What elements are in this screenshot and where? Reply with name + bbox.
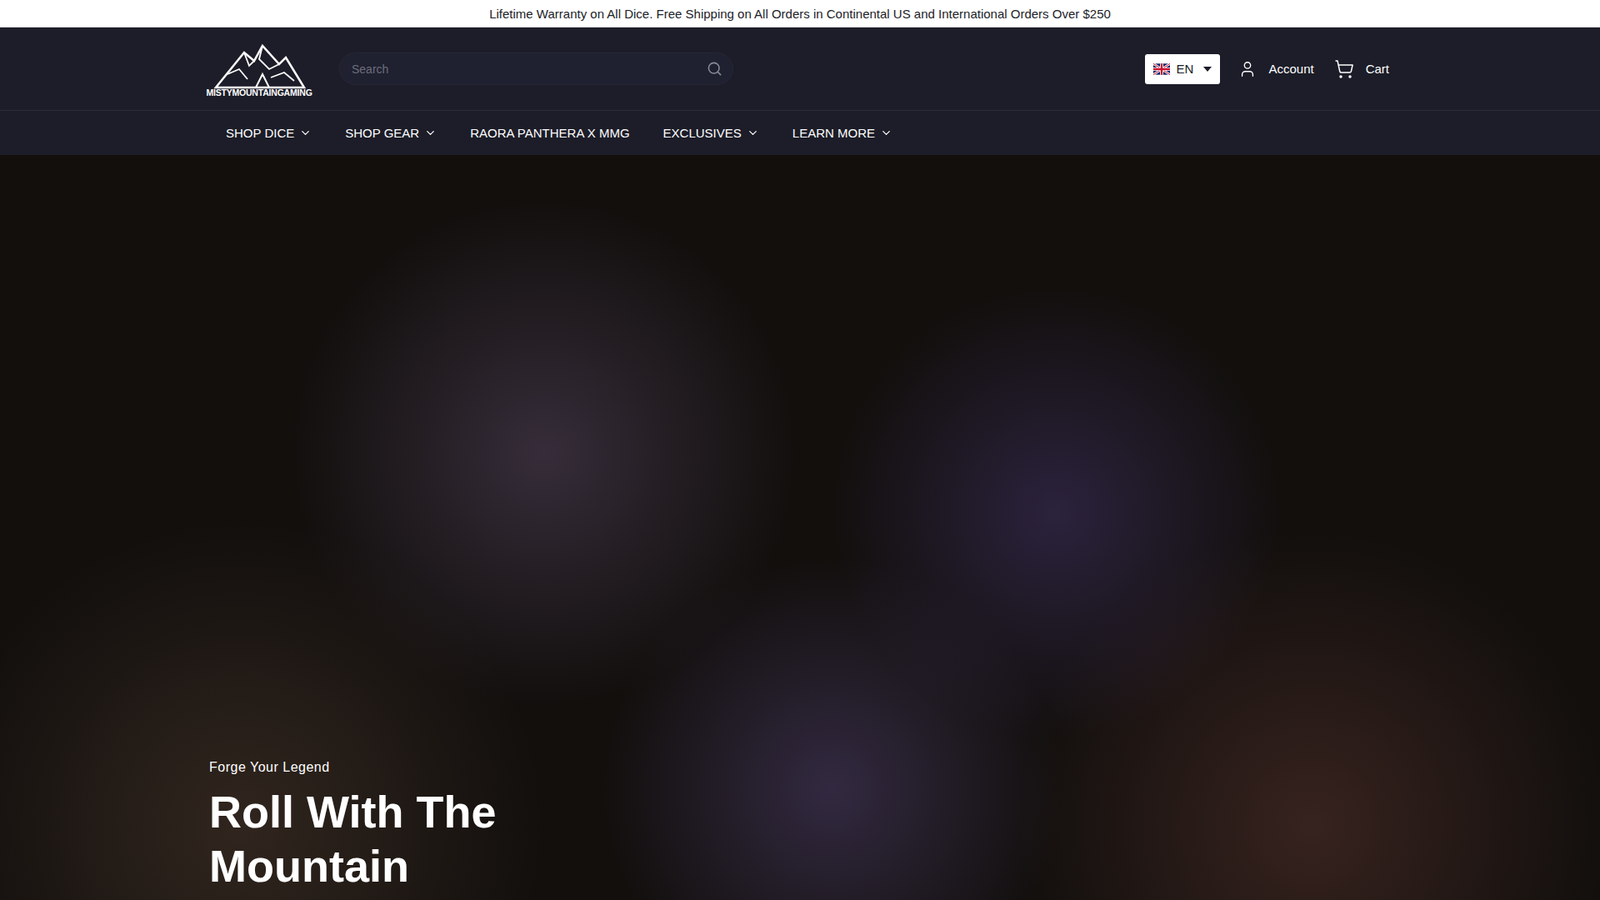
hero-eyebrow: Forge Your Legend bbox=[209, 760, 1391, 775]
page: Lifetime Warranty on All Dice. Free Ship… bbox=[0, 0, 1600, 900]
cart-icon bbox=[1334, 59, 1355, 80]
nav-item[interactable]: LEARN MORE bbox=[775, 119, 910, 147]
chevron-down-icon bbox=[424, 126, 437, 140]
nav-item[interactable]: SHOP DICE bbox=[209, 119, 329, 147]
account-icon bbox=[1238, 60, 1257, 79]
hero-banner: Forge Your Legend Roll With The Mountain bbox=[0, 155, 1600, 900]
announcement-bar: Lifetime Warranty on All Dice. Free Ship… bbox=[0, 0, 1600, 28]
nav-item[interactable]: EXCLUSIVES bbox=[646, 119, 776, 147]
caret-icon bbox=[1203, 66, 1212, 72]
language-selector[interactable]: EN bbox=[1145, 54, 1221, 85]
search-input[interactable] bbox=[350, 61, 700, 77]
mountain-logo-icon bbox=[210, 40, 308, 90]
nav-item[interactable]: RAORA PANTHERA X MMG bbox=[453, 119, 646, 147]
uk-flag-icon bbox=[1153, 63, 1170, 75]
chevron-down-icon bbox=[746, 126, 760, 140]
search-box[interactable] bbox=[339, 52, 734, 85]
cart-link[interactable]: Cart bbox=[1332, 55, 1391, 83]
chevron-down-icon bbox=[880, 126, 893, 140]
header: MISTYMOUNTAINGAMING EN Account Cart bbox=[0, 27, 1600, 111]
nav-item[interactable]: SHOP GEAR bbox=[328, 119, 454, 147]
logo-text: MISTYMOUNTAINGAMING bbox=[205, 87, 312, 98]
hero-heading: Roll With The Mountain bbox=[209, 785, 610, 894]
main-nav: SHOP DICESHOP GEARRAORA PANTHERA X MMGEX… bbox=[0, 110, 1600, 155]
account-link[interactable]: Account bbox=[1236, 56, 1315, 82]
chevron-down-icon bbox=[299, 126, 312, 140]
logo[interactable]: MISTYMOUNTAINGAMING bbox=[209, 40, 310, 98]
search-icon[interactable] bbox=[706, 60, 723, 77]
